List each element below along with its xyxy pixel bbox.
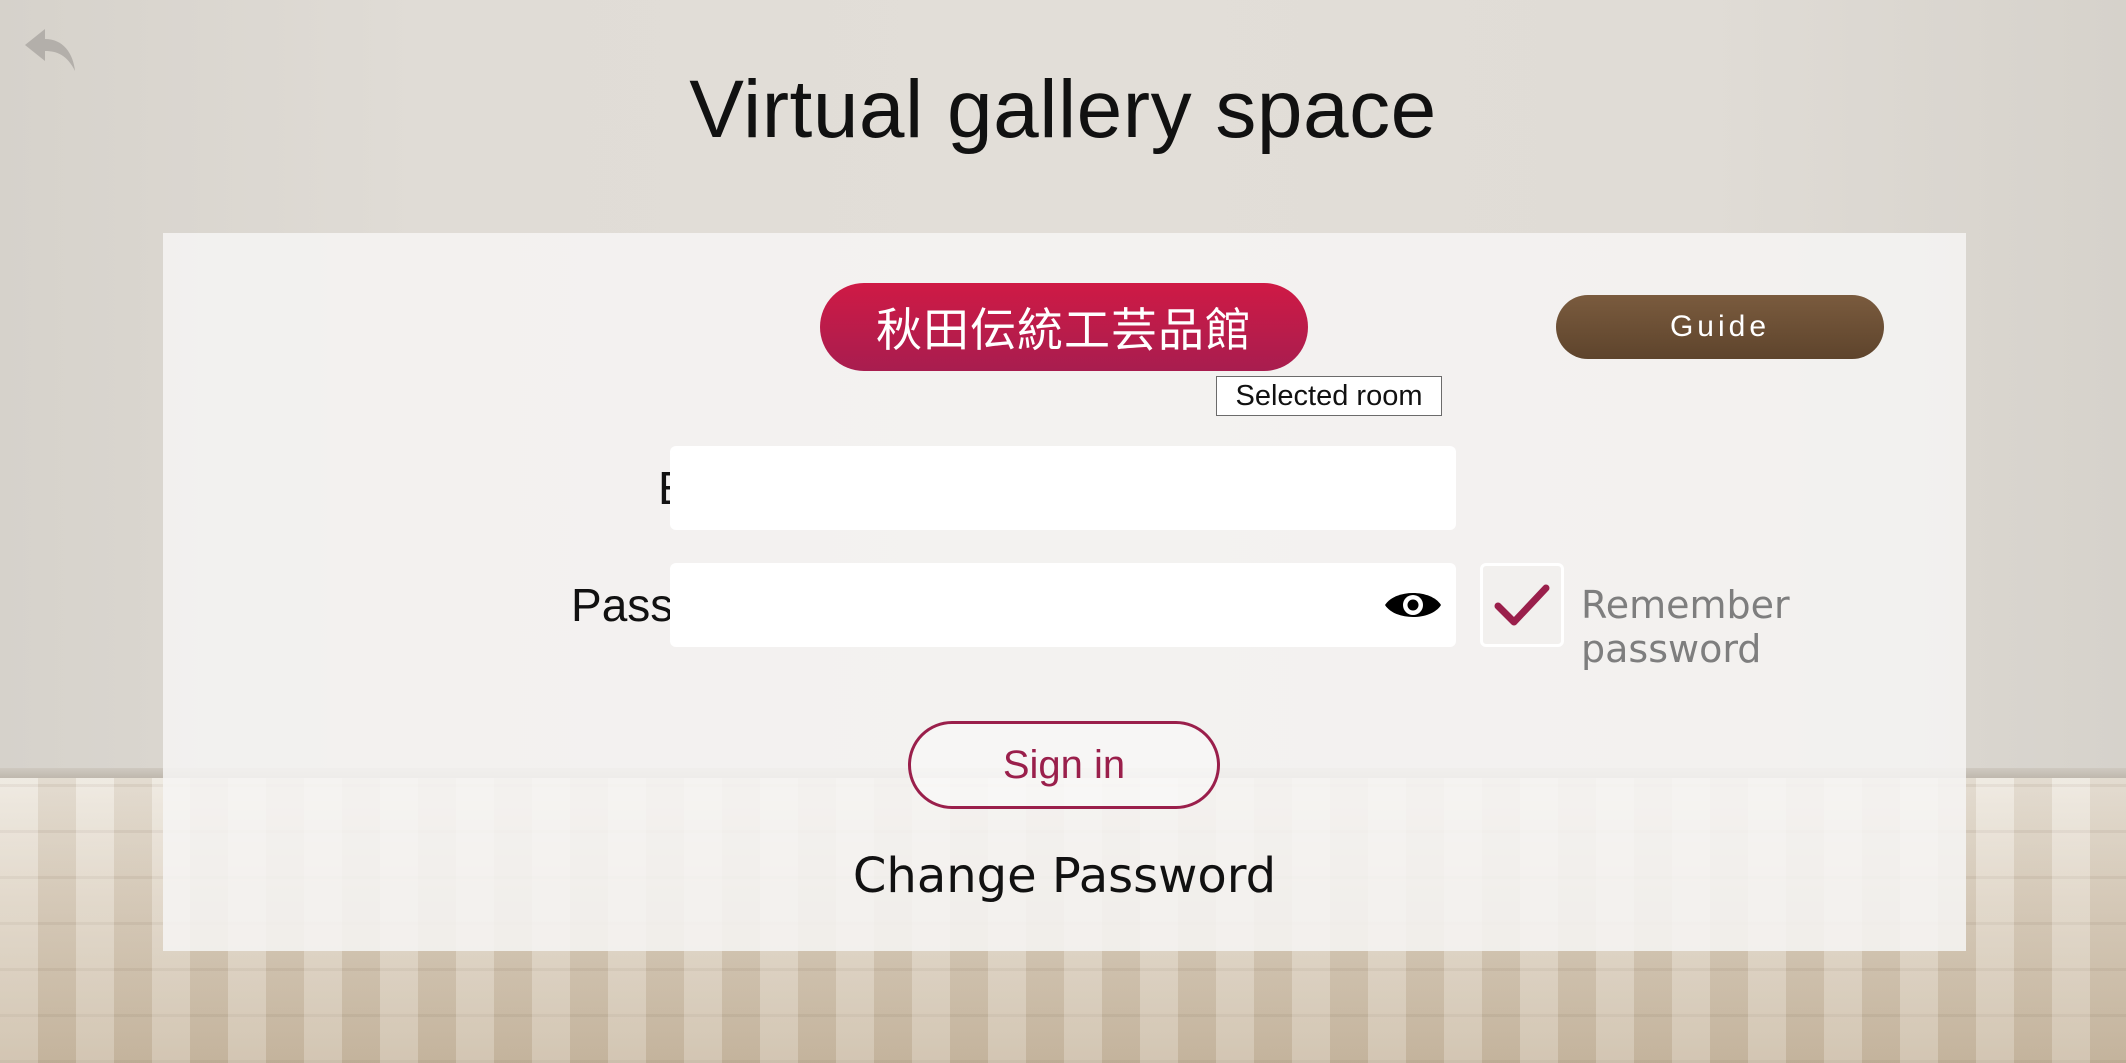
checkmark-icon: [1494, 584, 1550, 626]
remember-password-label: Remember password: [1581, 583, 1790, 671]
sign-in-button[interactable]: Sign in: [908, 721, 1220, 809]
guide-button[interactable]: Guide: [1556, 295, 1884, 359]
password-field[interactable]: [670, 563, 1456, 647]
eye-icon[interactable]: [1383, 583, 1443, 627]
page-title: Virtual gallery space: [689, 64, 1437, 155]
email-field[interactable]: [670, 446, 1456, 530]
change-password-link[interactable]: Change Password: [163, 848, 1966, 904]
room-button[interactable]: 秋田伝統工芸品館: [820, 283, 1308, 371]
selected-room-tag: Selected room: [1216, 376, 1442, 416]
remember-password-checkbox[interactable]: [1480, 563, 1564, 647]
login-panel: 秋田伝統工芸品館 Selected room Guide Email Passw…: [163, 233, 1966, 951]
